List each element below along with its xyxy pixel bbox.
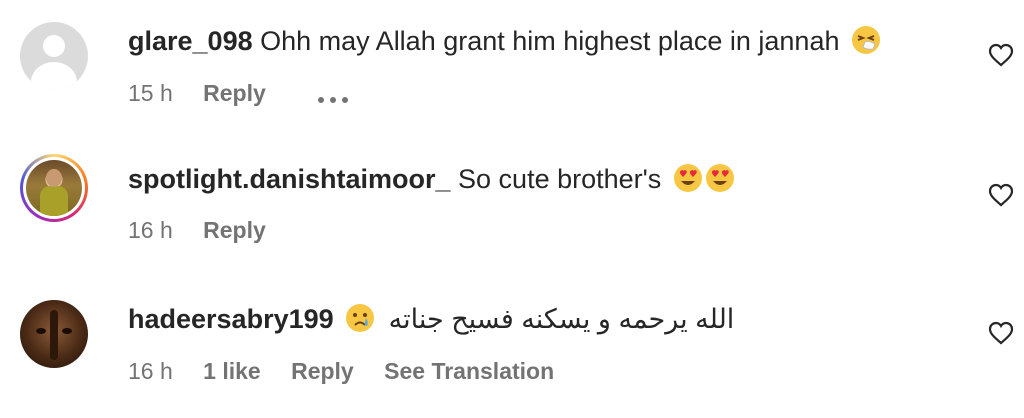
- sneezing-face-emoji: [851, 25, 881, 63]
- comment-body: spotlight.danishtaimoor_ So cute brother…: [128, 162, 735, 201]
- comment-meta: 15 h Reply: [128, 78, 354, 110]
- default-avatar-icon[interactable]: [20, 22, 88, 90]
- heart-outline-icon[interactable]: [988, 183, 1014, 207]
- see-translation-button[interactable]: See Translation: [384, 356, 554, 386]
- comment-body: glare_098 Ohh may Allah grant him highes…: [128, 24, 881, 63]
- heart-outline-icon[interactable]: [988, 43, 1014, 67]
- comment-time: 15 h: [128, 80, 173, 106]
- comment-username[interactable]: hadeersabry199: [128, 304, 334, 334]
- comment-time: 16 h: [128, 217, 173, 243]
- comment-meta: 16 h 1 like Reply See Translation: [128, 356, 578, 386]
- comment-item: hadeersabry199 الله يرحمه و يسكنه فسيح ج…: [0, 278, 1024, 418]
- reply-button[interactable]: Reply: [203, 78, 266, 108]
- more-options-icon[interactable]: [318, 80, 354, 110]
- comment-item: spotlight.danishtaimoor_ So cute brother…: [0, 138, 1024, 278]
- comment-meta: 16 h Reply: [128, 215, 290, 245]
- comment-item: glare_098 Ohh may Allah grant him highes…: [0, 0, 1024, 140]
- comment-username[interactable]: glare_098: [128, 26, 253, 56]
- comment-username[interactable]: spotlight.danishtaimoor_: [128, 164, 451, 194]
- crying-face-emoji: [345, 303, 375, 341]
- photo-avatar[interactable]: [20, 300, 88, 368]
- likes-count-button[interactable]: 1 like: [203, 356, 261, 386]
- comment-text: So cute brother's: [458, 164, 662, 194]
- heart-outline-icon[interactable]: [988, 321, 1014, 345]
- heart-eyes-emoji: [673, 163, 703, 201]
- comment-body: hadeersabry199 الله يرحمه و يسكنه فسيح ج…: [128, 302, 734, 341]
- reply-button[interactable]: Reply: [203, 215, 266, 245]
- comment-text: Ohh may Allah grant him highest place in…: [260, 26, 840, 56]
- story-ring-avatar[interactable]: [20, 154, 88, 222]
- comment-time: 16 h: [128, 358, 173, 384]
- heart-eyes-emoji: [705, 163, 735, 201]
- comment-text: الله يرحمه و يسكنه فسيح جناته: [388, 304, 735, 334]
- reply-button[interactable]: Reply: [291, 356, 354, 386]
